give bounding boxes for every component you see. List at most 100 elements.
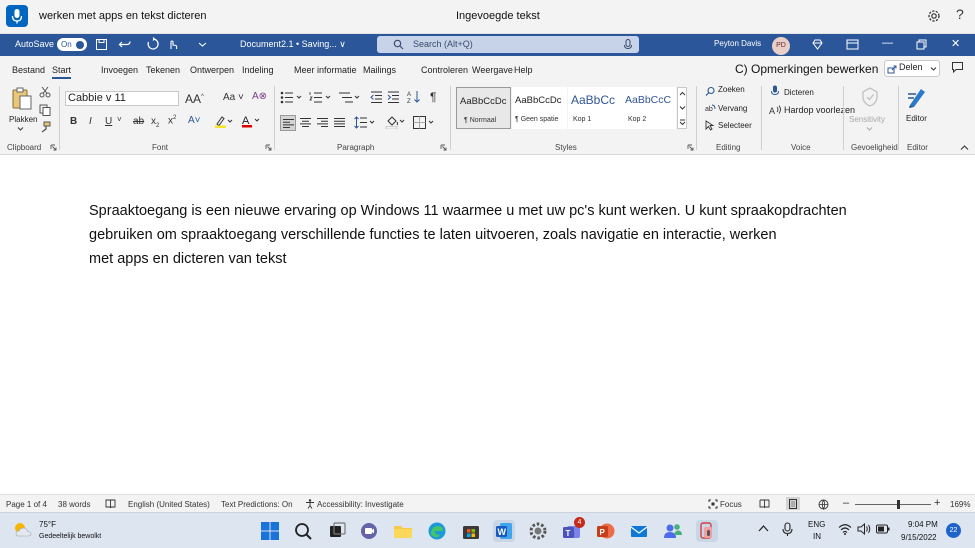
underline-dropdown[interactable]: ˅ [117,115,122,124]
sensitivity-button[interactable]: Sensitivity [848,85,892,137]
avatar[interactable]: PD [772,37,790,55]
close-button[interactable]: ✕ [951,37,960,50]
print-layout-button[interactable] [786,497,800,510]
comments-pane-button[interactable] [951,61,964,74]
customize-toolbar-button[interactable] [198,40,207,49]
dialog-launcher-icon[interactable] [687,144,694,151]
notification-center-badge[interactable]: 22 [946,523,961,538]
editor-button[interactable]: Editor [903,85,933,129]
italic-button[interactable]: I [89,116,92,127]
battery-button[interactable] [876,524,890,534]
share-button[interactable]: Delen [884,60,940,77]
underline-button[interactable]: U [105,116,112,127]
hidden-icons-button[interactable] [758,524,769,533]
collapse-ribbon-icon[interactable] [960,144,969,151]
highlight-button[interactable] [214,115,234,128]
styles-scroll[interactable] [677,87,687,129]
volume-button[interactable] [857,523,871,535]
settings-taskbar-button[interactable] [527,520,549,542]
tab-start[interactable]: Start [52,65,72,79]
document-text-line[interactable]: Spraaktoegang is een nieuwe ervaring op … [89,203,847,219]
dialog-launcher-icon[interactable] [265,144,272,151]
clear-formatting-button[interactable]: A⊗ [252,91,267,102]
user-name[interactable]: Peyton Davis [714,39,761,48]
network-button[interactable] [838,523,852,535]
tab-ontwerpen[interactable]: Ontwerpen [190,65,234,75]
align-right-button[interactable] [317,118,328,127]
redo-button[interactable] [146,37,160,51]
people-button[interactable] [662,520,684,542]
document-title[interactable]: Document2.1 • Saving... ∨ [240,39,346,50]
tab-weergave[interactable]: Weergave [472,65,513,75]
tab-invoegen[interactable]: Invoegen [101,65,138,75]
search-box[interactable]: Search (Alt+Q) [377,36,639,53]
minimize-button[interactable]: — [882,37,893,49]
restore-button[interactable] [916,39,927,50]
bold-button[interactable]: B [70,116,77,127]
input-region[interactable]: IN [813,532,821,541]
bullets-button[interactable] [280,91,304,104]
format-painter-button[interactable] [39,121,51,133]
show-formatting-button[interactable]: ¶ [430,90,436,104]
touch-mode-button[interactable] [166,37,180,51]
focus-label[interactable]: Focus [720,500,742,509]
undo-button[interactable] [118,37,132,51]
ribbon-display-button[interactable] [846,39,859,50]
align-center-button[interactable] [300,118,311,127]
focus-icon[interactable] [708,499,718,509]
task-view-button[interactable] [326,520,348,542]
subscript-button[interactable]: x2 [151,116,159,129]
grow-font-button[interactable]: AA^ [185,92,204,106]
clock-date[interactable]: 9/15/2022 [901,533,937,542]
numbering-button[interactable] [309,91,333,104]
align-left-button[interactable] [280,115,296,131]
document-text-line[interactable]: gebruiken om spraaktoegang verschillende… [89,227,777,243]
word-taskbar-button[interactable]: W [493,520,515,542]
zoom-slider[interactable] [855,500,931,509]
zoom-in-button[interactable]: + [934,497,940,509]
zoom-out-button[interactable]: – [843,497,849,509]
input-language[interactable]: ENG [808,520,825,529]
edge-browser-button[interactable] [426,520,448,542]
teams-chat-button[interactable] [358,520,380,542]
dialog-launcher-icon[interactable] [440,144,447,151]
style-normal[interactable]: AaBbCcDc ¶ Normaal [456,87,511,129]
tab-bestand[interactable]: Bestand [12,65,45,75]
style-heading-2[interactable]: AaBbCcC Kop 2 [622,87,676,129]
justify-button[interactable] [334,118,345,127]
file-explorer-button[interactable] [392,520,414,542]
comments-button[interactable]: C) Opmerkingen bewerken [735,62,878,76]
line-spacing-button[interactable] [354,116,376,129]
accessibility-status[interactable]: Accessibility: Investigate [317,500,404,509]
microphone-tray-button[interactable] [782,522,793,537]
web-layout-icon[interactable] [818,499,829,510]
read-mode-icon[interactable] [759,499,770,509]
weather-widget[interactable]: 75°F Gedeeltelijk bewolkt [12,518,112,546]
sort-button[interactable]: AZ [407,90,421,104]
save-button[interactable] [95,38,108,51]
voice-mic-button[interactable] [6,5,28,27]
start-button[interactable] [259,520,281,542]
document-text-line[interactable]: met apps en dicteren van tekst [89,251,286,267]
voice-access-taskbar-button[interactable] [696,520,718,542]
shading-button[interactable] [385,115,407,129]
page-count[interactable]: Page 1 of 4 [6,500,47,509]
settings-gear-button[interactable] [926,8,942,24]
accessibility-icon[interactable] [305,499,315,509]
tab-indeling[interactable]: Indeling [242,65,274,75]
mail-button[interactable] [628,520,650,542]
paste-button[interactable]: Plakken [6,85,37,133]
help-button[interactable]: ? [956,6,964,22]
tab-help[interactable]: Help [514,65,533,75]
teams-button[interactable]: T 4 [561,517,585,542]
store-button[interactable] [460,520,482,542]
copy-button[interactable] [39,104,51,116]
zoom-level[interactable]: 169% [950,500,970,509]
change-case-button[interactable]: Aa ˅ [223,92,244,103]
strikethrough-button[interactable]: ab [133,116,144,127]
clock-time[interactable]: 9:04 PM [908,520,938,529]
powerpoint-button[interactable]: P [594,520,616,542]
zoom-slider-thumb[interactable] [897,500,900,509]
borders-button[interactable] [413,116,437,129]
text-predictions-status[interactable]: Text Predictions: On [221,500,293,509]
